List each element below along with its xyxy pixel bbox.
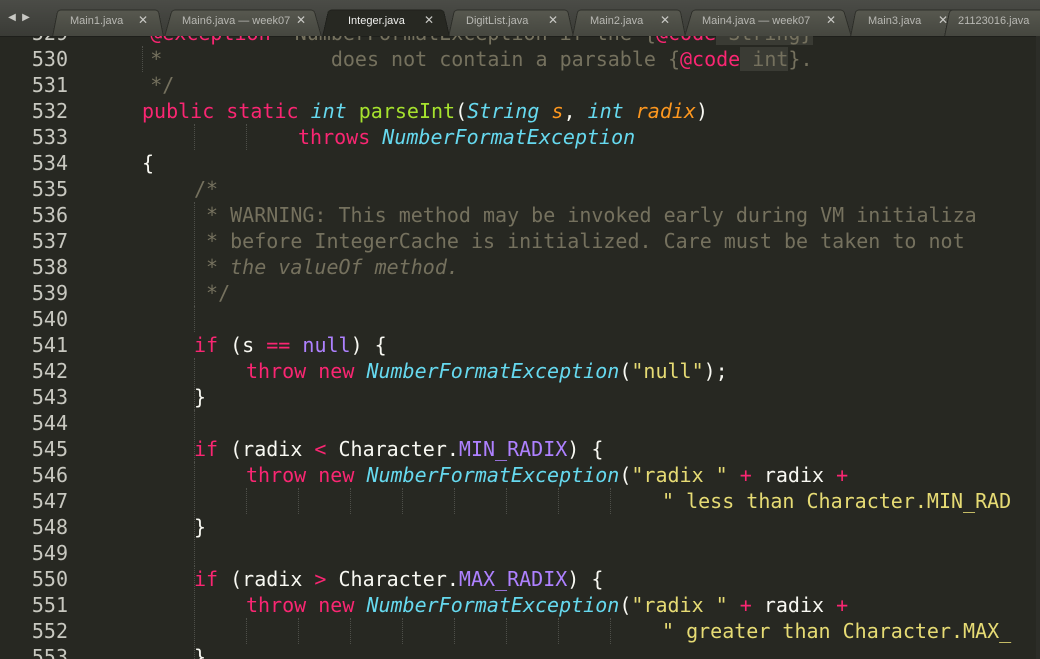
code-line: } [194,385,207,409]
line-number: 538 [31,255,68,279]
tab-main6-java[interactable]: Main6.java — week07 ✕ [164,6,322,36]
code-line: * does not contain a parsable {@code int… [90,47,813,71]
tab-label: Main6.java — week07 [182,15,291,27]
line-number: 530 [31,47,68,71]
line-number: 548 [31,515,68,539]
line-number: 534 [31,151,68,175]
line-number: 553 [31,645,68,659]
line-number: 537 [31,229,68,253]
line-number-gutter: 529 530 531 532 533 534 535 536 537 538 … [0,36,88,659]
line-number: 545 [31,437,68,461]
code-line: public static int parseInt(String s, int… [142,99,709,123]
tab-bar: ◀ ▶ Main1.java ✕ Main6.java — week07 ✕ D… [0,0,1040,37]
line-number: 539 [31,281,68,305]
line-number: 532 [31,99,68,123]
code-line: * the valueOf method. [194,255,459,279]
line-number: 535 [31,177,68,201]
tab-label: 21123016.java [958,15,1030,27]
code-line: throws NumberFormatException [298,125,636,149]
tab-label: Main3.java [868,15,922,27]
tab-close-icon[interactable]: ✕ [424,13,434,27]
line-number: 529 [0,36,68,46]
tab-scroll-left-icon[interactable]: ◀ [6,9,18,27]
code-line: if (s == null) { [194,333,387,357]
code-editor[interactable]: 529 530 531 532 533 534 535 536 537 538 … [0,36,1040,659]
line-number: 542 [31,359,68,383]
vertical-scrollbar[interactable] [1036,36,1040,659]
code-line: throw new NumberFormatException("radix "… [246,463,849,487]
line-number: 543 [31,385,68,409]
tab-main4-java[interactable]: Main4.java — week07 ✕ [684,6,852,36]
line-number: 540 [31,307,68,331]
line-number: 549 [31,541,68,565]
code-line: @exception NumberFormatException if the … [90,36,813,46]
line-number: 536 [31,203,68,227]
tab-navigation: ◀ ▶ [6,9,32,27]
code-line: throw new NumberFormatException("null"); [246,359,728,383]
tab-close-icon[interactable]: ✕ [826,13,836,27]
code-line: if (radix < Character.MIN_RADIX) { [194,437,604,461]
line-number: 551 [31,593,68,617]
code-line: */ [90,73,175,97]
code-line: { [142,151,155,175]
tab-label: Main4.java — week07 [702,15,811,27]
tab-21123016-java[interactable]: 21123016.java [944,6,1040,36]
tab-digitlist-java[interactable]: DigitList.java ✕ [448,6,574,36]
tab-close-icon[interactable]: ✕ [138,13,148,27]
tab-label: Main1.java [70,15,124,27]
line-number: 550 [31,567,68,591]
code-line: " less than Character.MIN_RAD [662,489,1012,513]
tab-main1-java[interactable]: Main1.java ✕ [52,6,164,36]
code-line: */ [194,281,231,305]
code-line: * WARNING: This method may be invoked ea… [194,203,977,227]
code-line: /* [194,177,219,201]
tab-label: Integer.java [348,15,405,27]
line-number: 546 [31,463,68,487]
tab-scroll-right-icon[interactable]: ▶ [20,9,32,27]
tab-close-icon[interactable]: ✕ [296,13,306,27]
tab-label: Main2.java [590,15,644,27]
line-number: 544 [31,411,68,435]
tab-close-icon[interactable]: ✕ [660,13,670,27]
tab-close-icon[interactable]: ✕ [548,13,558,27]
code-line: throw new NumberFormatException("radix "… [246,593,849,617]
code-line: } [194,645,207,659]
line-number: 531 [31,73,68,97]
line-number: 541 [31,333,68,357]
code-line: if (radix > Character.MAX_RADIX) { [194,567,604,591]
line-number: 547 [31,489,68,513]
code-line: " greater than Character.MAX_ [662,619,1012,643]
line-number: 533 [31,125,68,149]
code-line: } [194,515,207,539]
line-number: 552 [31,619,68,643]
code-line: * before IntegerCache is initialized. Ca… [194,229,965,253]
tab-main2-java[interactable]: Main2.java ✕ [572,6,686,36]
tab-integer-java[interactable]: Integer.java ✕ [322,6,450,36]
tab-label: DigitList.java [466,15,529,27]
